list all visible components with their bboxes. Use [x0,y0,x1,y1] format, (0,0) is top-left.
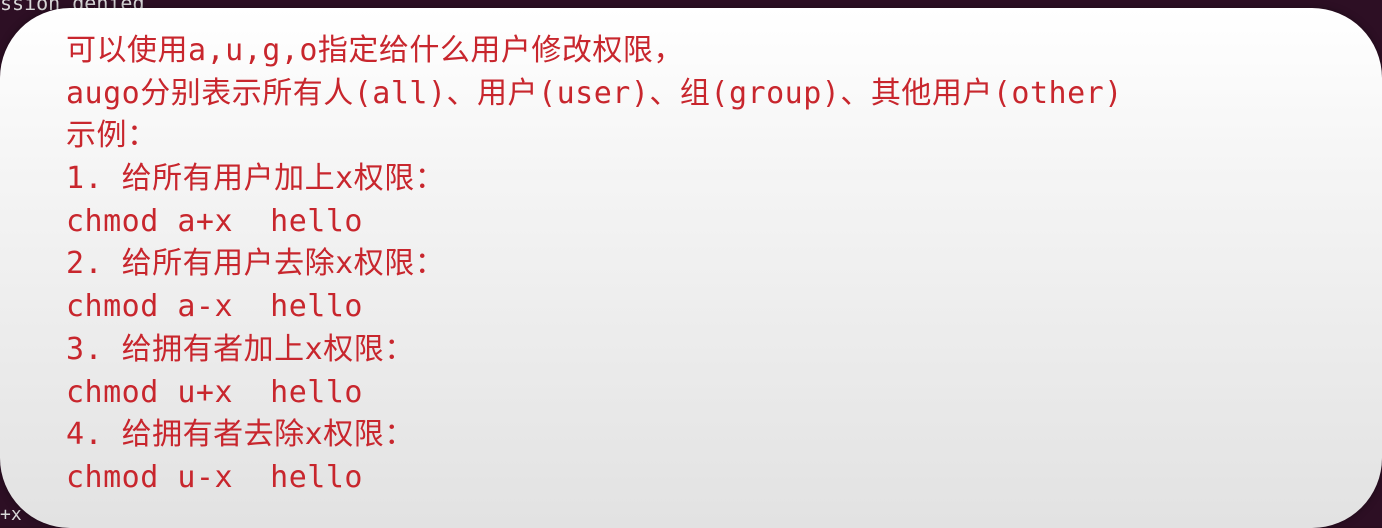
slide-line-step-2: 2. 给所有用户去除x权限： [66,246,446,282]
slide-line-command-1: chmod a+x hello [66,203,363,239]
slide-line-intro: 可以使用a,u,g,o指定给什么用户修改权限， [66,33,684,68]
slide-line-command-3: chmod u+x hello [66,374,363,410]
slide-line-command-4: chmod u-x hello [66,459,363,495]
slide-line-step-1: 1. 给所有用户加上x权限： [66,161,446,197]
slide-panel: 可以使用a,u,g,o指定给什么用户修改权限， augo分别表示所有人(all)… [0,8,1382,528]
slide-line-augo: augo分别表示所有人(all)、用户(user)、组(group)、其他用户(… [66,75,1123,111]
slide-line-example-heading: 示例： [66,118,158,154]
terminal-prompt-line: +x [0,504,22,525]
slide-line-command-2: chmod a-x hello [66,289,363,325]
slide-line-step-3: 3. 给拥有者加上x权限： [66,331,415,367]
slide-content: 可以使用a,u,g,o指定给什么用户修改权限， augo分别表示所有人(all)… [66,30,1342,500]
slide-line-step-4: 4. 给拥有者去除x权限： [66,417,415,453]
